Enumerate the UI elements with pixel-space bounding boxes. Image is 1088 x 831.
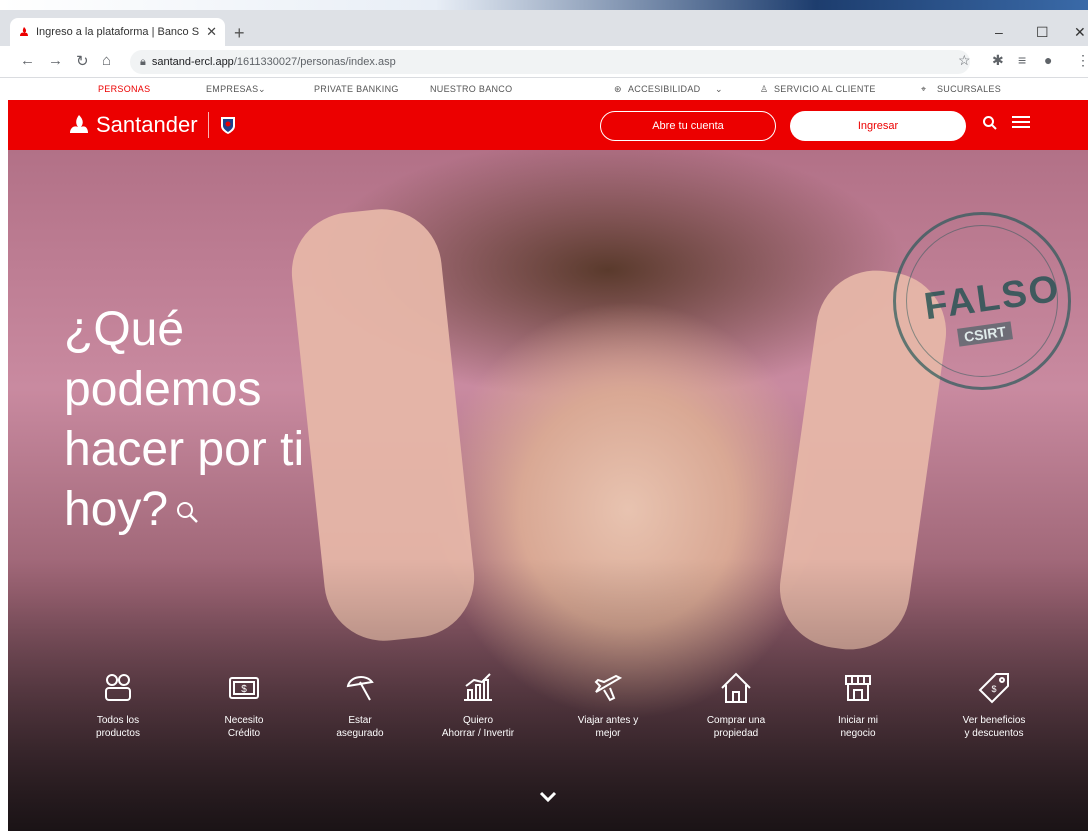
headline-line: hoy? [64, 483, 169, 536]
headline-line: ¿Qué [64, 303, 185, 356]
feature-beneficios[interactable]: $ Ver beneficios y descuentos [934, 670, 1054, 740]
search-icon[interactable] [982, 115, 998, 136]
bookmark-star-icon[interactable]: ☆ [958, 52, 971, 69]
money-icon: $ [229, 677, 259, 699]
maximize-button[interactable]: ☐ [1036, 24, 1049, 41]
nav-servicio-cliente[interactable]: SERVICIO AL CLIENTE [774, 84, 876, 94]
hamburger-menu-icon[interactable] [1012, 115, 1030, 134]
browser-tab-bar: Ingreso a la plataforma | Banco S ✕ + – … [0, 10, 1088, 46]
scroll-down-chevron-icon[interactable] [538, 790, 558, 804]
tab-close-icon[interactable]: ✕ [206, 24, 217, 40]
site-header: Santander Abre tu cuenta Ingresar [8, 100, 1088, 150]
nav-nuestro-banco[interactable]: NUESTRO BANCO [430, 84, 512, 94]
feature-label: Todos los [96, 715, 140, 726]
nav-empresas[interactable]: EMPRESAS [206, 84, 258, 94]
brand-name: Santander [96, 112, 198, 137]
url-host: santand-ercl.app [151, 56, 234, 68]
svg-text:$: $ [241, 684, 247, 695]
feature-links: Todos los productos $ Necesito Crédito E… [8, 670, 1088, 790]
feature-iniciar-negocio[interactable]: Iniciar mi negocio [798, 670, 918, 740]
nav-personas[interactable]: PERSONAS [98, 84, 150, 94]
store-icon [845, 675, 871, 701]
feature-estar-asegurado[interactable]: Estar asegurado [300, 670, 420, 740]
close-window-button[interactable]: ✕ [1074, 24, 1086, 41]
feature-label: negocio [840, 728, 876, 739]
svg-text:$: $ [991, 684, 996, 694]
headline-line: podemos [64, 363, 262, 416]
nav-sucursales[interactable]: SUCURSALES [937, 84, 1001, 94]
feature-label: Ver beneficios [962, 715, 1026, 726]
headline-line: hacer por ti [64, 423, 305, 476]
chevron-down-icon: ⌄ [258, 84, 266, 94]
santander-favicon-icon [20, 27, 28, 36]
back-arrow-icon[interactable]: ← [20, 52, 35, 69]
chart-icon [464, 673, 492, 701]
minimize-button[interactable]: – [995, 24, 1003, 40]
reload-icon[interactable]: ↻ [76, 52, 89, 70]
feature-label: Iniciar mi [837, 715, 878, 726]
nav-accesibilidad[interactable]: ACCESIBILIDAD [628, 84, 700, 94]
open-account-button[interactable]: Abre tu cuenta [600, 111, 776, 141]
chevron-down-icon: ⌄ [715, 84, 723, 94]
hero-headline: ¿Qué podemos hacer por ti hoy? [64, 300, 344, 540]
extensions-icon[interactable]: ✱ [992, 52, 1004, 69]
house-icon [721, 672, 751, 703]
login-button[interactable]: Ingresar [790, 111, 966, 141]
feature-viajar[interactable]: Viajar antes y mejor [548, 670, 668, 740]
address-bar[interactable]: 🔒︎ santand-ercl.app /1611330027/personas… [130, 50, 970, 74]
nav-private-banking[interactable]: PRIVATE BANKING [314, 84, 399, 94]
santander-logo[interactable]: Santander [68, 112, 237, 138]
feature-label: asegurado [336, 728, 384, 739]
browser-tab[interactable]: Ingreso a la plataforma | Banco S ✕ [10, 18, 225, 46]
reading-list-icon[interactable]: ≡ [1018, 52, 1026, 68]
feature-label: Quiero [462, 715, 493, 726]
feature-ahorrar-invertir[interactable]: Quiero Ahorrar / Invertir [418, 670, 538, 740]
feature-label: productos [96, 728, 140, 739]
feature-label: mejor [595, 728, 621, 739]
feature-necesito-credito[interactable]: $ Necesito Crédito [184, 670, 304, 740]
feature-label: Necesito [224, 715, 264, 726]
new-tab-button[interactable]: + [234, 23, 245, 44]
flame-icon [70, 115, 88, 133]
feature-label: y descuentos [964, 728, 1024, 739]
lock-icon: 🔒︎ [140, 55, 146, 68]
tag-icon: $ [978, 673, 1009, 704]
products-icon [105, 674, 131, 701]
browser-toolbar: ← → ↻ ⌂ 🔒︎ santand-ercl.app /1611330027/… [0, 46, 1088, 78]
search-icon[interactable] [174, 499, 200, 525]
chile-crest-icon [220, 117, 235, 134]
profile-icon[interactable]: ● [1044, 52, 1052, 68]
location-icon: ⌖ [921, 84, 927, 94]
feature-label: Crédito [227, 728, 261, 739]
feature-todos-productos[interactable]: Todos los productos [58, 670, 178, 740]
url-path: /1611330027/personas/index.asp [233, 56, 396, 68]
feature-label: Ahorrar / Invertir [441, 728, 515, 739]
plane-icon [594, 674, 623, 702]
forward-arrow-icon[interactable]: → [48, 52, 63, 69]
hero-banner: ¿Qué podemos hacer por ti hoy? FALSO CSI… [8, 150, 1088, 831]
top-decorative-strip [0, 0, 1088, 10]
home-icon[interactable]: ⌂ [102, 52, 111, 69]
site-top-nav: PERSONAS EMPRESAS ⌄ PRIVATE BANKING NUES… [0, 78, 1088, 100]
feature-comprar-propiedad[interactable]: Comprar una propiedad [676, 670, 796, 740]
accessibility-icon: ⊛ [614, 84, 622, 94]
feature-label: propiedad [713, 728, 759, 739]
feature-label: Comprar una [706, 715, 766, 726]
feature-label: Viajar antes y [577, 715, 639, 726]
tab-title: Ingreso a la plataforma | Banco S [36, 26, 200, 38]
logo-divider [207, 112, 209, 138]
person-icon: ♙ [760, 84, 769, 94]
feature-label: Estar [348, 715, 372, 726]
umbrella-icon [346, 676, 374, 701]
browser-menu-icon[interactable]: ⋮ [1076, 52, 1088, 69]
falso-csirt-stamp: FALSO CSIRT [893, 212, 1071, 390]
